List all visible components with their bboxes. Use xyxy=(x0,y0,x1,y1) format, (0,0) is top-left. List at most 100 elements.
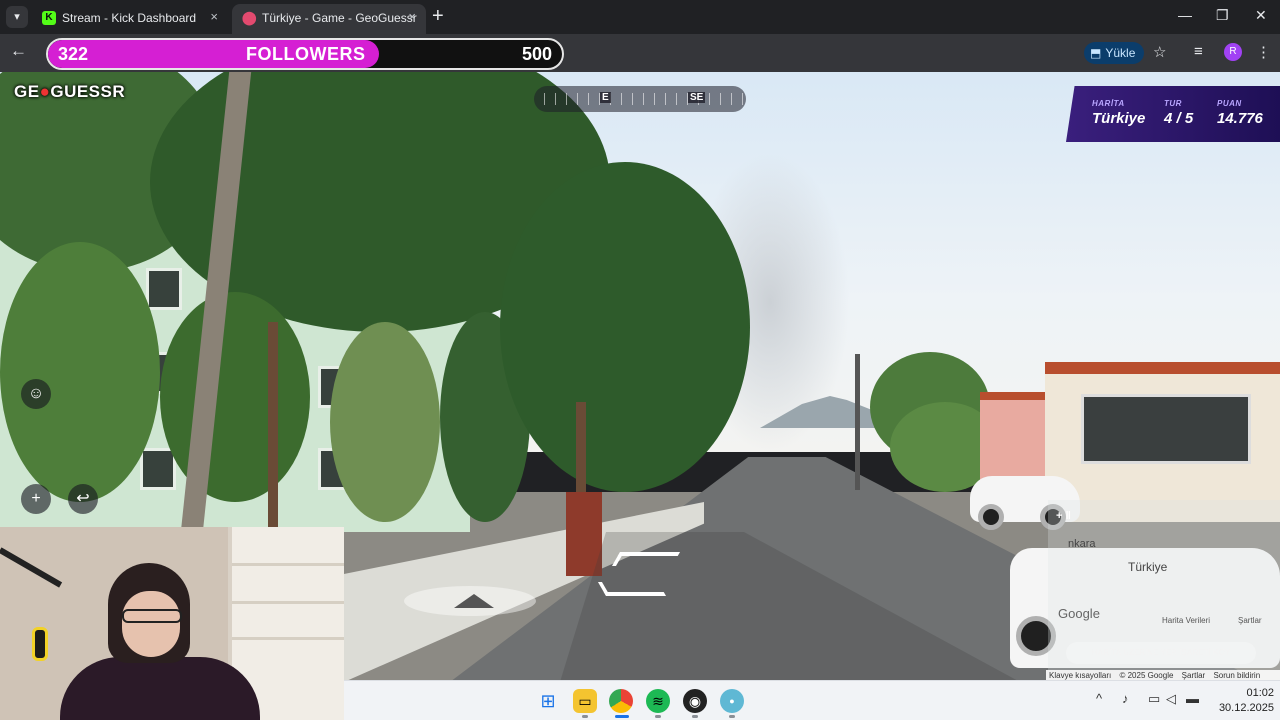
streamer-face xyxy=(122,591,180,657)
running-indicator xyxy=(692,715,698,718)
profile-avatar[interactable]: R xyxy=(1224,43,1242,61)
install-button[interactable]: ⬒ Yükle xyxy=(1084,42,1144,64)
running-indicator xyxy=(582,715,588,718)
compass-southeast: SE xyxy=(688,92,706,103)
running-indicator xyxy=(655,715,661,718)
menu-kebab-icon[interactable]: ⋮ xyxy=(1256,43,1271,61)
copyright-text: © 2025 Google xyxy=(1119,671,1174,680)
tree-trunk xyxy=(268,322,278,532)
direction-arrow-icon xyxy=(454,594,494,608)
utility-pole-distant xyxy=(855,354,860,490)
game-status-panel: HARİTA Türkiye TUR 4 / 5 PUAN 14.776 xyxy=(1066,86,1280,142)
file-explorer-icon[interactable]: ▭ xyxy=(573,689,597,713)
system-clock[interactable]: 01:02 30.12.2025 xyxy=(1214,686,1274,716)
forward-arrow-icon[interactable] xyxy=(611,552,681,566)
windows-taskbar: ⊞ ▭ ≋ ◉ ● ^ ♪ ▭ ◁ ▬ 01:02 30.12.2025 xyxy=(344,680,1280,720)
install-icon: ⬒ xyxy=(1090,46,1102,60)
google-attribution-bar: Klavye kısayolları © 2025 Google Şartlar… xyxy=(1046,670,1280,680)
compass-strip: E SE xyxy=(534,86,746,112)
round-value: 4 / 5 xyxy=(1164,110,1194,127)
map-value: Türkiye xyxy=(1092,110,1146,127)
tab-close-icon[interactable]: × xyxy=(408,9,416,24)
follower-goal-bar: 322 FOLLOWERS 500 xyxy=(46,38,564,70)
obs-icon[interactable]: ◉ xyxy=(683,689,707,713)
logo-text-right: GUESSR xyxy=(50,82,126,101)
score-value: 14.776 xyxy=(1217,110,1263,127)
tab-search-button[interactable]: ▾ xyxy=(6,6,28,28)
screen: ▾ K Stream - Kick Dashboard × ⬤ Türkiye … xyxy=(0,0,1280,720)
maximize-icon[interactable]: ❐ xyxy=(1216,7,1229,24)
young-tree xyxy=(330,322,440,522)
tray-overflow-icon[interactable]: ^ xyxy=(1096,691,1102,706)
volume-icon[interactable]: ◁ xyxy=(1166,691,1176,707)
place-marker-hint-button[interactable]: HARİTA ÜZERİNE YER İŞARETİ KOY xyxy=(1066,642,1256,664)
shelf-board xyxy=(232,601,344,604)
minimap-place-label: nkara xyxy=(1068,538,1096,550)
kick-icon: K xyxy=(42,11,56,25)
follower-count: 322 xyxy=(58,44,89,64)
house-with-veranda xyxy=(1045,362,1280,522)
browser-toolbar: ← 322 FOLLOWERS 500 ⬒ Yükle ☆ ≡ R ⋮ xyxy=(0,34,1280,72)
bush xyxy=(160,292,310,502)
tab-geoguessr[interactable]: ⬤ Türkiye - Game - GeoGuessr × xyxy=(232,4,426,34)
tab-kick-dashboard[interactable]: K Stream - Kick Dashboard × xyxy=(32,4,228,34)
street-view-position-marker[interactable] xyxy=(404,586,536,616)
logo-pin-icon: ● xyxy=(39,82,51,101)
compass-ticks xyxy=(534,93,746,105)
window xyxy=(146,268,182,310)
browser-tab-strip: ▾ K Stream - Kick Dashboard × ⬤ Türkiye … xyxy=(0,0,1280,34)
tall-tree xyxy=(500,162,750,492)
keyboard-shortcuts-link[interactable]: Klavye kısayolları xyxy=(1049,671,1111,680)
follower-goal-target: 500 xyxy=(521,44,552,64)
geoguessr-logo: GE●GUESSR xyxy=(14,82,125,102)
return-to-start-icon[interactable]: ☺ xyxy=(21,379,51,409)
new-tab-button[interactable]: + xyxy=(432,5,444,28)
compass-east: E xyxy=(600,92,611,103)
minimap-zoom-icons[interactable]: + ‖ xyxy=(1056,510,1071,522)
teal-app-icon[interactable]: ● xyxy=(720,689,744,713)
clock-date: 30.12.2025 xyxy=(1218,702,1274,714)
car-wheel xyxy=(978,504,1004,530)
network-icon[interactable]: ▭ xyxy=(1148,691,1160,707)
minimap-map-data[interactable]: Harita Verileri xyxy=(1162,616,1210,625)
install-label: Yükle xyxy=(1105,46,1136,60)
streamer-webcam xyxy=(0,527,344,720)
tab-title: Stream - Kick Dashboard xyxy=(62,11,197,25)
map-pin-icon: ⬤ xyxy=(242,10,257,25)
terms-link[interactable]: Şartlar xyxy=(1182,671,1206,680)
running-indicator xyxy=(729,715,735,718)
logo-text-left: GE xyxy=(14,82,40,101)
backward-arrow-icon[interactable] xyxy=(597,582,667,596)
active-indicator xyxy=(615,715,629,718)
report-problem-link[interactable]: Sorun bildirin xyxy=(1213,671,1260,680)
veranda-windows xyxy=(1081,394,1251,464)
minimize-icon[interactable]: — xyxy=(1178,7,1192,23)
media-controls-icon[interactable]: ≡ xyxy=(1194,43,1203,60)
zoom-in-button[interactable]: + xyxy=(21,484,51,514)
spotify-icon[interactable]: ≋ xyxy=(646,689,670,713)
minimap-terms[interactable]: Şartlar xyxy=(1238,616,1262,625)
google-logo: Google xyxy=(1058,606,1100,621)
mic-arm xyxy=(0,547,63,588)
score-heading: PUAN xyxy=(1217,99,1242,108)
streamer-glasses xyxy=(122,609,182,623)
clock-time: 01:02 xyxy=(1246,687,1274,699)
map-heading: HARİTA xyxy=(1092,99,1125,108)
tab-close-icon[interactable]: × xyxy=(210,9,218,24)
back-arrow-icon[interactable]: ← xyxy=(10,41,27,61)
streamer-body xyxy=(60,657,260,720)
battery-icon[interactable]: ▬ xyxy=(1186,691,1199,706)
minimap-country-label: Türkiye xyxy=(1128,560,1168,574)
guess-minimap[interactable]: + ‖ nkara Türkiye Google Harita Verileri… xyxy=(1048,500,1280,670)
street-navigation-arrows[interactable] xyxy=(594,548,684,602)
bookmark-star-icon[interactable]: ☆ xyxy=(1153,43,1166,61)
shelf-board xyxy=(232,563,344,566)
windows-start-icon[interactable]: ⊞ xyxy=(536,689,560,713)
chrome-icon[interactable] xyxy=(609,689,633,713)
follower-goal-label: FOLLOWERS xyxy=(246,44,366,64)
undo-move-icon[interactable]: ↩ xyxy=(68,484,98,514)
window xyxy=(140,448,176,490)
microphone-tray-icon[interactable]: ♪ xyxy=(1122,691,1129,706)
bush xyxy=(0,242,160,502)
window-close-icon[interactable]: ✕ xyxy=(1255,7,1267,24)
